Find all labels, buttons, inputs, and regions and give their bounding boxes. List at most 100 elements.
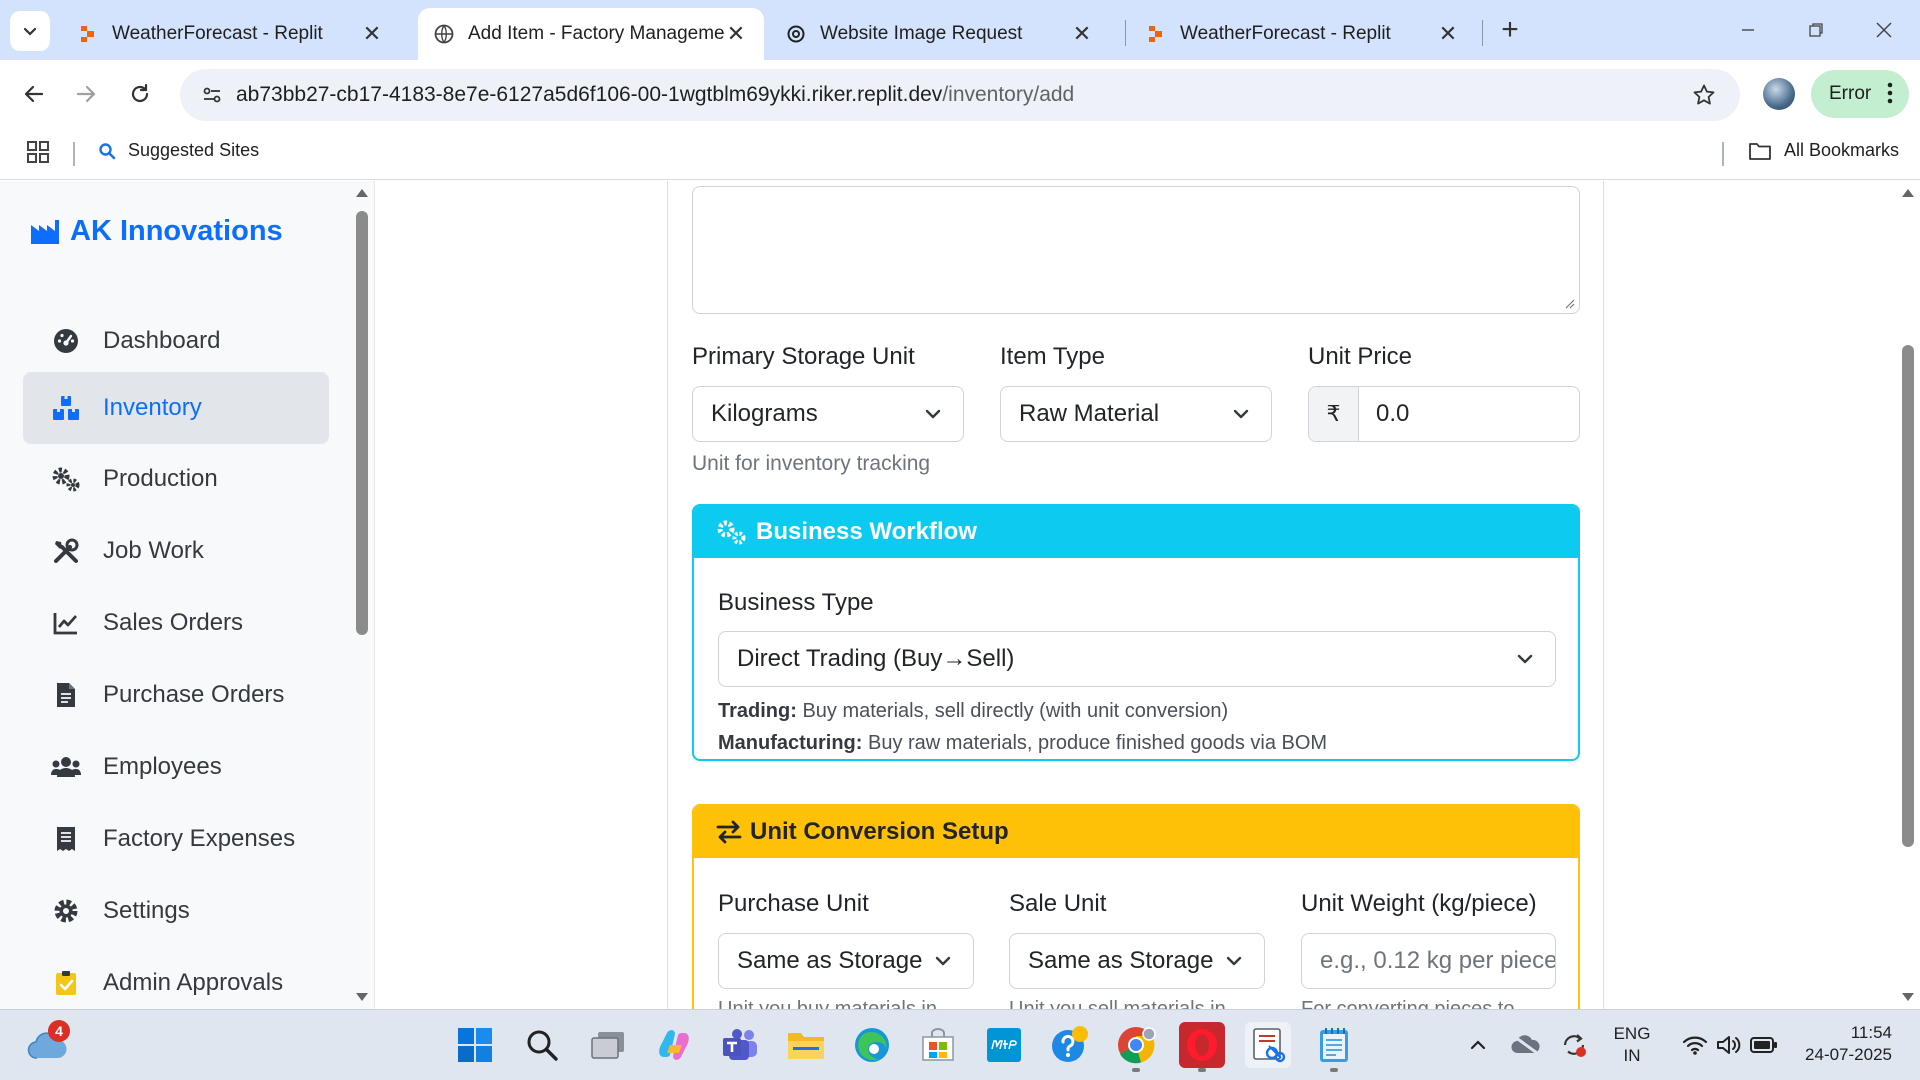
- tab-search-button[interactable]: [10, 11, 50, 51]
- sidebar-item-dashboard[interactable]: Dashboard: [23, 305, 329, 377]
- reload-icon: [131, 83, 149, 103]
- start-button[interactable]: [452, 1022, 498, 1068]
- openai-icon: [786, 24, 806, 44]
- exchange-arrows-icon: [716, 820, 742, 844]
- close-tab-icon[interactable]: ✕: [360, 21, 384, 46]
- storage-unit-label: Primary Storage Unit: [692, 343, 915, 370]
- scroll-down-icon[interactable]: [354, 991, 370, 1003]
- item-type-select[interactable]: Raw Material: [1000, 386, 1272, 442]
- storage-unit-value: Kilograms: [711, 400, 818, 427]
- trading-text: Buy materials, sell directly (with unit …: [796, 700, 1229, 722]
- edge-app[interactable]: [849, 1022, 895, 1068]
- task-view-icon: [591, 1032, 624, 1059]
- snipping-tool-app[interactable]: [1245, 1022, 1291, 1068]
- sidebar-item-admin-approvals[interactable]: Admin Approvals: [23, 947, 329, 1009]
- tab-title: WeatherForecast - Replit: [112, 23, 323, 44]
- microsoft-store-app[interactable]: [915, 1022, 961, 1068]
- business-type-select[interactable]: Direct Trading (Buy→Sell): [718, 631, 1556, 687]
- chevron-down-icon: [1233, 409, 1249, 419]
- profile-error-button[interactable]: Error: [1811, 70, 1909, 118]
- purchase-unit-help: Unit you buy materials in: [718, 998, 937, 1009]
- storage-unit-select[interactable]: Kilograms: [692, 386, 964, 442]
- sidebar-item-production[interactable]: Production: [23, 443, 329, 515]
- site-settings-icon[interactable]: [192, 75, 232, 115]
- sale-unit-select[interactable]: Same as Storage: [1009, 933, 1265, 989]
- sidebar-item-factory-expenses[interactable]: Factory Expenses: [23, 803, 329, 875]
- task-view-button[interactable]: [585, 1022, 631, 1068]
- bookmark-suggested-sites[interactable]: Suggested Sites: [98, 140, 259, 161]
- brand-logo[interactable]: AK Innovations: [30, 215, 283, 248]
- tab-weatherforecast-2[interactable]: WeatherForecast - Replit ✕: [1130, 8, 1476, 60]
- resize-grip-icon[interactable]: [1563, 297, 1575, 309]
- teams-app[interactable]: [717, 1022, 763, 1068]
- opera-app[interactable]: [1179, 1022, 1225, 1072]
- close-window-button[interactable]: [1862, 12, 1906, 48]
- snipping-tool-icon: [1253, 1028, 1286, 1063]
- chevron-down-icon: [1226, 956, 1242, 966]
- forward-button[interactable]: [66, 74, 106, 114]
- language-top: ENG: [1613, 1024, 1651, 1043]
- tab-website-image-request[interactable]: Website Image Request ✕: [770, 8, 1110, 60]
- edge-icon: [855, 1028, 889, 1062]
- receipt-icon: [51, 824, 81, 854]
- description-textarea[interactable]: [692, 186, 1580, 314]
- language-indicator[interactable]: ENG IN: [1600, 1023, 1664, 1067]
- close-tab-icon[interactable]: ✕: [1070, 21, 1094, 46]
- notepad-app[interactable]: [1311, 1022, 1357, 1072]
- scroll-up-icon[interactable]: [1900, 187, 1916, 199]
- clock[interactable]: 11:54 24-07-2025: [1792, 1022, 1904, 1066]
- profile-avatar[interactable]: [1763, 78, 1795, 110]
- tab-title: Website Image Request: [820, 23, 1023, 44]
- show-hidden-icons-button[interactable]: [1456, 1022, 1500, 1068]
- sidebar-item-label: Admin Approvals: [103, 969, 284, 996]
- purchase-unit-label: Purchase Unit: [718, 890, 869, 917]
- back-button[interactable]: [14, 74, 54, 114]
- close-tab-icon[interactable]: ✕: [1436, 21, 1460, 46]
- chrome-app[interactable]: [1113, 1022, 1159, 1072]
- minimize-button[interactable]: [1726, 12, 1770, 48]
- sidebar-item-settings[interactable]: Settings: [23, 875, 329, 947]
- tab-add-item[interactable]: Add Item - Factory Management ✕: [418, 8, 764, 60]
- myhp-app[interactable]: [981, 1022, 1027, 1068]
- sync-icon: [1563, 1034, 1586, 1057]
- get-help-app[interactable]: [1047, 1022, 1093, 1068]
- reload-button[interactable]: [120, 74, 160, 114]
- tab-weatherforecast-1[interactable]: WeatherForecast - Replit ✕: [62, 8, 400, 60]
- file-explorer-app[interactable]: [783, 1022, 829, 1068]
- notification-badge: 4: [48, 1020, 70, 1042]
- unit-weight-input[interactable]: e.g., 0.12 kg per piece: [1301, 933, 1556, 989]
- sidebar-scroll-thumb[interactable]: [356, 211, 368, 635]
- sidebar-item-job-work[interactable]: Job Work: [23, 515, 329, 587]
- scroll-up-icon[interactable]: [354, 187, 370, 199]
- unit-price-input[interactable]: 0.0: [1359, 387, 1579, 441]
- chevron-down-icon: [925, 409, 941, 419]
- all-bookmarks-button[interactable]: All Bookmarks: [1748, 140, 1899, 161]
- copilot-app[interactable]: [651, 1022, 697, 1068]
- onedrive-tray-icon[interactable]: [1504, 1022, 1548, 1068]
- purchase-unit-select[interactable]: Same as Storage: [718, 933, 974, 989]
- gauge-icon: [51, 326, 81, 356]
- bookmark-star-icon[interactable]: [1688, 79, 1720, 111]
- sidebar-item-purchase-orders[interactable]: Purchase Orders: [23, 659, 329, 731]
- sale-unit-value: Same as Storage: [1028, 947, 1214, 974]
- sidebar-item-employees[interactable]: Employees: [23, 731, 329, 803]
- quick-settings-button[interactable]: [1670, 1022, 1790, 1068]
- clock-date: 24-07-2025: [1805, 1045, 1892, 1064]
- close-tab-icon[interactable]: ✕: [724, 21, 748, 46]
- sync-tray-icon[interactable]: [1552, 1022, 1596, 1068]
- search-icon: [527, 1030, 558, 1061]
- unit-weight-label: Unit Weight (kg/piece): [1301, 890, 1537, 917]
- address-bar[interactable]: ab73bb27-cb17-4183-8e7e-6127a5d6f106-00-…: [180, 69, 1740, 121]
- unit-price-group: ₹ 0.0: [1308, 386, 1580, 442]
- sidebar-item-sales-orders[interactable]: Sales Orders: [23, 587, 329, 659]
- page-scroll-thumb[interactable]: [1902, 345, 1914, 847]
- apps-grid-icon[interactable]: [26, 140, 54, 168]
- currency-prefix: ₹: [1309, 387, 1359, 441]
- more-menu-icon[interactable]: [1887, 82, 1893, 110]
- manufacturing-term: Manufacturing:: [718, 732, 863, 754]
- scroll-down-icon[interactable]: [1900, 991, 1916, 1003]
- search-button[interactable]: [519, 1022, 565, 1068]
- new-tab-button[interactable]: +: [1494, 13, 1526, 46]
- sidebar-item-inventory[interactable]: Inventory: [23, 372, 329, 444]
- restore-button[interactable]: [1794, 12, 1838, 48]
